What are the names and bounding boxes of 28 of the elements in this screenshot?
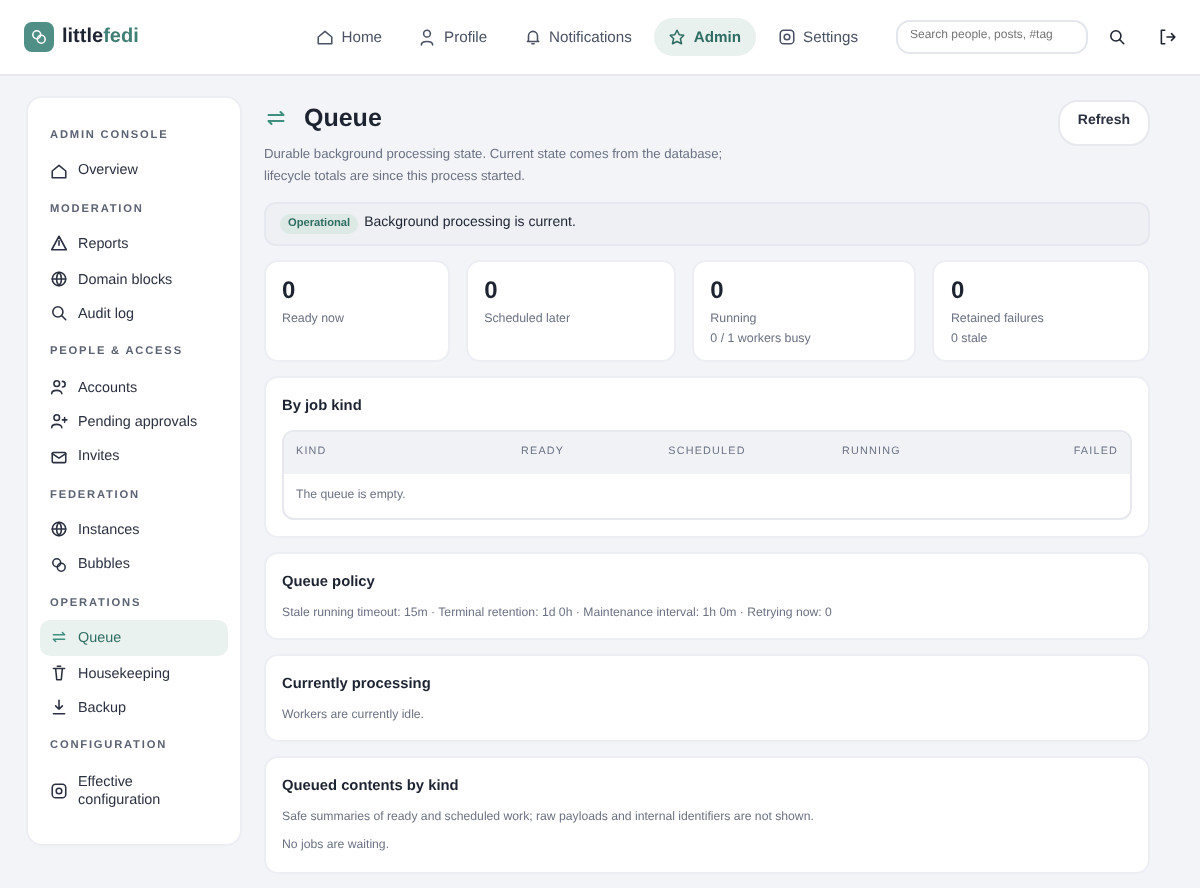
- globe-icon: [50, 269, 68, 288]
- brand-name[interactable]: littlefedi: [62, 22, 139, 52]
- bell-icon: [523, 27, 542, 46]
- stat-value: 0: [484, 278, 500, 303]
- warning-icon: [50, 234, 68, 253]
- settings-icon: [777, 27, 796, 46]
- users-icon: [50, 377, 68, 396]
- search-icon[interactable]: [1108, 27, 1126, 46]
- download-icon: [50, 698, 68, 717]
- home-icon: [50, 161, 68, 180]
- stat-value: 0: [282, 278, 298, 303]
- cycle-icon: [264, 106, 288, 131]
- add-user-icon: [50, 412, 68, 431]
- settings-icon: [50, 781, 68, 800]
- mail-icon: [50, 447, 68, 465]
- globe-icon: [50, 520, 68, 539]
- logout-icon[interactable]: [1158, 27, 1176, 46]
- stat-value: 0: [710, 278, 726, 303]
- user-icon: [418, 27, 437, 46]
- search-icon: [50, 304, 68, 323]
- star-icon: [667, 27, 686, 46]
- circles-icon: [50, 555, 68, 574]
- home-icon: [315, 27, 334, 46]
- stat-value: 0: [950, 278, 967, 303]
- page-title: Queue: [304, 102, 382, 136]
- trash-icon: [50, 663, 68, 682]
- cycle-icon: [50, 628, 68, 647]
- logo-icon: [24, 22, 54, 52]
